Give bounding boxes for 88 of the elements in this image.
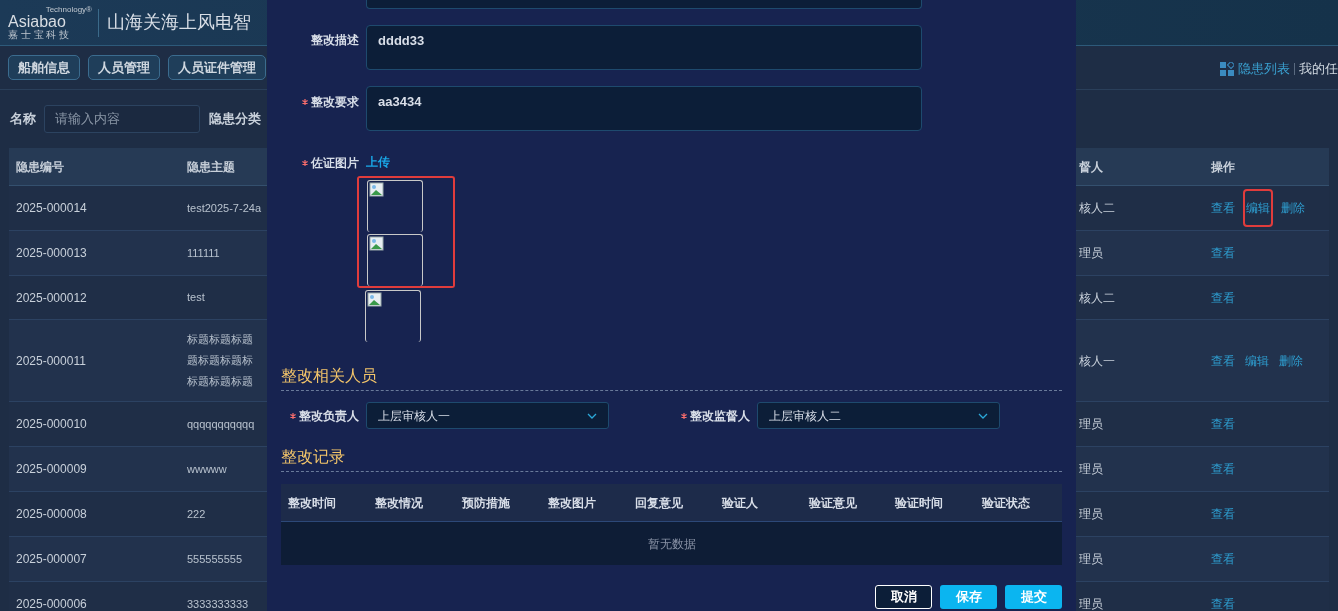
filter-label: 名称: [10, 110, 36, 129]
table-cell: 理员: [1079, 597, 1103, 611]
header-link[interactable]: 隐患列表: [1238, 59, 1290, 79]
table-cell: 理员: [1079, 246, 1103, 260]
action-link[interactable]: 查看: [1211, 550, 1235, 568]
table-cell-text: 111111: [187, 245, 221, 261]
text-area[interactable]: [366, 0, 922, 9]
table-cell-text: 2025-000014: [15, 200, 88, 217]
text-area[interactable]: dddd33: [366, 25, 922, 70]
action-link[interactable]: 查看: [1211, 288, 1235, 307]
field-label: 整改要求: [311, 94, 359, 111]
field-label: 佐证图片: [311, 155, 359, 172]
chevron-down-icon: [587, 412, 597, 419]
table-cell-text: 2025-000013: [15, 245, 88, 262]
table-cell-text: 555555555: [187, 551, 244, 567]
column-header: 操作: [1211, 158, 1236, 176]
action-link[interactable]: 删除: [1279, 351, 1303, 370]
column-header: 隐患主题: [186, 158, 236, 176]
chevron-down-icon: [978, 412, 988, 419]
action-link[interactable]: 查看: [1211, 244, 1235, 262]
table-cell-text: 2025-000007: [15, 551, 88, 568]
action-link[interactable]: 编辑: [1245, 191, 1271, 225]
table-cell-text: wwwww: [187, 461, 228, 477]
logo-subtitle: 嘉 士 宝 科 技: [8, 29, 70, 40]
table-cell-text: 2025-000009: [15, 461, 88, 478]
column-header: 预防措施: [460, 494, 511, 512]
logo-tagline: Technology®: [45, 5, 92, 14]
empty-message: 暂无数据: [647, 535, 696, 553]
column-header: 隐患编号: [15, 158, 65, 176]
header-link[interactable]: 我的任: [1299, 59, 1338, 79]
column-header: 整改情况: [373, 494, 424, 512]
broken-image-icon: [369, 182, 385, 198]
table-cell: 理员: [1079, 417, 1103, 431]
nav-tab[interactable]: 人员管理: [88, 55, 160, 80]
action-link[interactable]: 查看: [1211, 595, 1235, 611]
text-area[interactable]: aa3434: [366, 86, 922, 131]
action-link[interactable]: 查看: [1211, 415, 1235, 433]
table-cell-text: qqqqqqqqqqq: [187, 416, 256, 432]
logo-brand: Asiabao: [8, 13, 66, 30]
table-cell: 理员: [1079, 462, 1103, 476]
action-link[interactable]: 查看: [1211, 199, 1235, 217]
select-field[interactable]: 上层审核人一: [366, 402, 609, 429]
table-cell: 核人一: [1079, 353, 1115, 368]
action-link[interactable]: 查看: [1211, 351, 1235, 370]
field-label: 整改监督人: [690, 408, 750, 425]
upload-link[interactable]: 上传: [366, 153, 390, 172]
table-cell-text: 2025-000012: [15, 289, 88, 307]
table-cell-text: 3333333333: [187, 596, 250, 611]
name-input[interactable]: 请输入内容: [44, 105, 200, 133]
column-header: 验证意见: [807, 494, 858, 512]
action-link[interactable]: 查看: [1211, 460, 1235, 478]
table-cell: 理员: [1079, 552, 1103, 566]
broken-image-icon: [367, 292, 383, 308]
broken-image-icon: [369, 236, 385, 252]
nav-tab[interactable]: 人员证件管理: [168, 55, 266, 80]
column-header: 验证时间: [893, 494, 945, 512]
table-cell-text: 2025-000006: [15, 596, 88, 611]
column-header: 整改时间: [287, 494, 337, 512]
nav-tab[interactable]: 船舶信息: [8, 55, 80, 80]
action-link[interactable]: 查看: [1211, 505, 1235, 523]
field-label: 整改负责人: [299, 408, 359, 425]
column-header: 验证人: [720, 494, 759, 512]
section-title: 整改记录: [281, 448, 345, 465]
field-label: 整改描述: [311, 32, 359, 49]
table-cell-text: test2025-7-24a: [187, 200, 262, 216]
action-link[interactable]: 删除: [1281, 199, 1305, 217]
section-title: 整改相关人员: [281, 367, 377, 384]
dialog-button[interactable]: 取消: [875, 585, 932, 609]
column-header: 回复意见: [634, 494, 685, 512]
select-field[interactable]: 上层审核人二: [757, 402, 1000, 429]
column-header: 验证状态: [980, 494, 1032, 512]
filter-label: 隐患分类: [209, 110, 261, 129]
table-cell-text: 222: [187, 506, 207, 522]
table-cell-text: test: [187, 290, 206, 305]
column-header: 督人: [1078, 158, 1104, 176]
action-link[interactable]: 编辑: [1245, 351, 1269, 370]
table-cell-text: 2025-000008: [15, 506, 88, 523]
column-header: 整改图片: [547, 494, 598, 512]
table-cell: 核人二: [1079, 290, 1115, 305]
table-cell-text: 2025-000011: [15, 352, 87, 370]
table-cell: 理员: [1079, 507, 1103, 521]
table-cell-text: 2025-000010: [15, 416, 88, 433]
grid-icon: [1220, 61, 1234, 76]
table-cell: 核人二: [1079, 201, 1115, 215]
table-cell-text: 标题标题标题: [187, 374, 254, 389]
table-cell-text: 标题标题标题: [187, 332, 254, 347]
app-title: 山海关海上风电智: [107, 11, 251, 34]
table-cell-text: 题标题标题标: [187, 353, 254, 368]
